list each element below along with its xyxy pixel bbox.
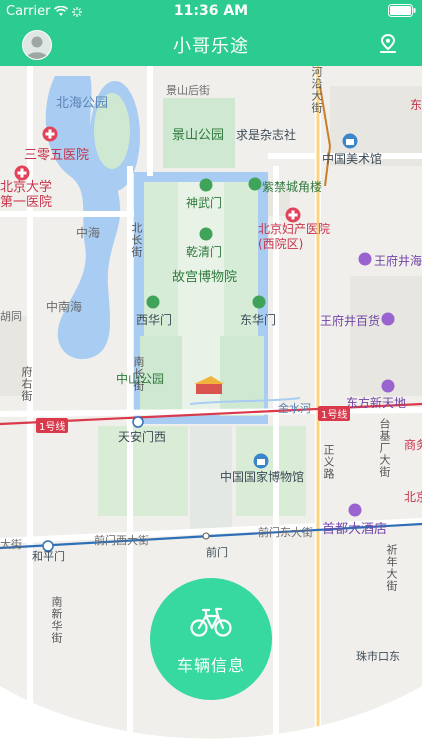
locate-button[interactable] bbox=[376, 32, 400, 56]
map-label-zhongnanhai: 中南海 bbox=[46, 300, 83, 314]
hospital-icon bbox=[42, 126, 58, 142]
map-label-jingshan-park: 景山公园 bbox=[172, 128, 225, 143]
vehicle-info-button[interactable]: 车辆信息 bbox=[150, 578, 272, 700]
hospital-icon bbox=[14, 165, 30, 181]
map-label-qianqingmen: 乾清门 bbox=[186, 245, 223, 259]
map-label-beijing-edge: 北京 bbox=[404, 490, 422, 504]
hotel-icon bbox=[348, 503, 362, 517]
map-label-zhonghai: 中海 bbox=[76, 226, 101, 240]
map-label-beichangjie: 北长街 bbox=[130, 222, 143, 258]
map-label-hepingmen: 和平门 bbox=[32, 550, 65, 563]
park-gate-icon bbox=[252, 295, 266, 309]
park-gate-icon bbox=[199, 178, 213, 192]
metro-line1-badge: 1号线 bbox=[36, 418, 69, 433]
park-gate-icon bbox=[248, 177, 262, 191]
park-gate-icon bbox=[146, 295, 160, 309]
status-bar: Carrier 11:36 AM bbox=[0, 0, 422, 22]
park-gate-icon bbox=[199, 227, 213, 241]
map-label-tiananmen-west: 天安门西 bbox=[118, 430, 167, 444]
map-label-wangfujing-shop: 王府井海 bbox=[374, 254, 422, 268]
map-label-dongfang-edge: 东方 bbox=[410, 98, 422, 112]
hospital-icon bbox=[285, 207, 301, 223]
map-label-beihai: 北海公园 bbox=[56, 96, 109, 111]
location-pin-icon bbox=[380, 33, 396, 53]
vehicle-info-label: 车辆信息 bbox=[176, 656, 245, 675]
map-label-wangfujing-baihuo: 王府井百货 bbox=[320, 314, 381, 328]
map-label-shangwu-edge: 商务 bbox=[404, 438, 422, 452]
map-label-donghuamen: 东华门 bbox=[240, 313, 277, 327]
shopping-icon bbox=[381, 312, 395, 326]
map-label-zhushikou: 珠市口东 bbox=[356, 650, 400, 663]
bicycle-icon bbox=[190, 607, 232, 637]
map-label-qianmen-xidajie: 前门西大街 bbox=[94, 534, 149, 547]
page-title: 小哥乐途 bbox=[173, 36, 249, 57]
map-label-shenwumen: 神武门 bbox=[186, 196, 223, 210]
map-label-nanxinhua: 南新华街 bbox=[50, 596, 63, 644]
map-label-dongfang-xintiandi: 东方新天地 bbox=[346, 396, 407, 410]
map-label-hospital-305: 三零五医院 bbox=[24, 148, 90, 163]
map-label-dongdajie: 大街 bbox=[0, 538, 22, 551]
map-label-qianmen: 前门 bbox=[206, 546, 228, 559]
map-label-xihuamen: 西华门 bbox=[136, 313, 173, 327]
battery-icon bbox=[388, 4, 416, 21]
map-label-national-museum: 中国国家博物馆 bbox=[220, 470, 305, 484]
metro-line1-badge: 1号线 bbox=[318, 406, 351, 421]
shopping-icon bbox=[381, 379, 395, 393]
museum-icon bbox=[253, 453, 269, 469]
map-label-qinian: 祈年大街 bbox=[385, 544, 398, 592]
map-label-art-museum: 中国美术馆 bbox=[322, 152, 383, 166]
map-label-zhengyi: 正义路 bbox=[322, 444, 335, 480]
map-label-palace-museum: 故宫博物院 bbox=[172, 270, 238, 285]
map-label-jingshan-houjie: 景山后街 bbox=[166, 84, 210, 97]
shopping-icon bbox=[358, 252, 372, 266]
map-label-capital-hotel: 首都大酒店 bbox=[322, 522, 388, 537]
map-label-heyan: 河沿大街 bbox=[310, 66, 323, 114]
map-label-taijichang: 台基厂大街 bbox=[378, 418, 391, 478]
map-label-fuyou: 府右街 bbox=[20, 366, 33, 402]
map-label-qianmen-dongdajie: 前门东大街 bbox=[258, 526, 313, 539]
map-label-jiaolou: 紫禁城角楼 bbox=[262, 180, 323, 194]
map-label-qiushi: 求是杂志社 bbox=[236, 128, 297, 142]
map-label-maternity: 北京妇产医院 (西院区) bbox=[258, 222, 331, 251]
map-label-pku-hospital: 北京大学 第一医院 bbox=[0, 180, 53, 210]
map-label-hutong: 胡同 bbox=[0, 310, 22, 323]
nav-bar: 小哥乐途 bbox=[0, 22, 422, 66]
clock: 11:36 AM bbox=[173, 3, 249, 19]
museum-icon bbox=[342, 133, 358, 149]
map-label-nanchangjie: 南长街 bbox=[132, 356, 145, 392]
map-label-jinshuihe: 金水河 bbox=[278, 402, 311, 415]
